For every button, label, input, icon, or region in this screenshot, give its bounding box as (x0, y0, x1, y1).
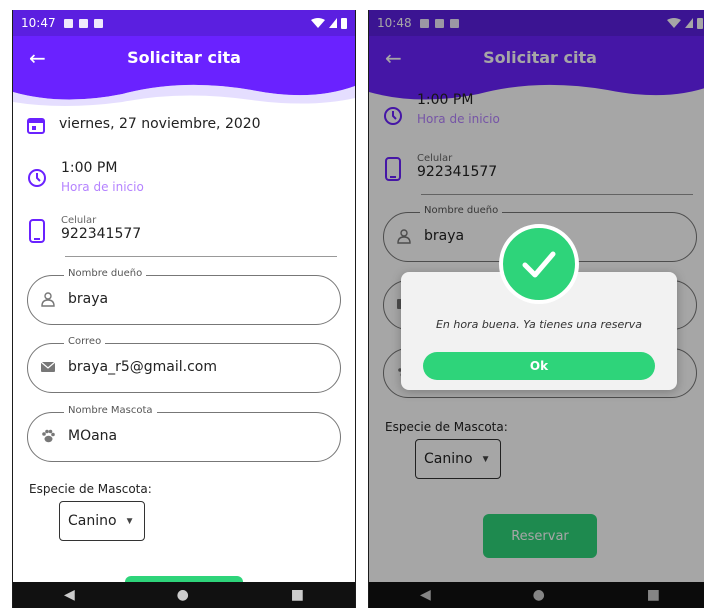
paw-icon (42, 429, 55, 443)
email-field[interactable]: Correo braya_r5@gmail.com (27, 336, 341, 393)
date-row[interactable]: viernes, 27 noviembre, 2020 (27, 116, 341, 134)
wifi-icon (311, 18, 325, 28)
time-label: Hora de inicio (61, 180, 144, 194)
date-value: viernes, 27 noviembre, 2020 (59, 116, 261, 132)
pet-value: MOana (68, 428, 118, 444)
settings-icon (63, 18, 73, 28)
phone-right: 10:48 ← Solicitar cita 1:00 PM Hora de i… (368, 10, 704, 608)
cel-label: Celular (61, 215, 97, 226)
time-row[interactable]: 1:00 PM Hora de inicio (27, 160, 341, 194)
sd-card-icon (93, 18, 103, 28)
success-check-icon (499, 224, 579, 304)
calendar-icon (27, 118, 45, 134)
phone-icon (29, 219, 45, 243)
species-select[interactable]: Canino ▼ (59, 501, 145, 541)
battery-icon (341, 18, 347, 29)
checkmark-icon (522, 251, 556, 278)
owner-value: braya (68, 291, 109, 307)
email-value: braya_r5@gmail.com (68, 359, 217, 375)
screenshot-stage: 10:47 ← Solicitar cita viernes, 27 novie… (0, 0, 704, 608)
dialog-message: En hora buena. Ya tienes una reserva (435, 318, 643, 331)
app-bar: ← Solicitar cita (13, 36, 355, 80)
nav-recents-icon[interactable]: ■ (291, 587, 304, 603)
dropdown-caret-icon: ▼ (124, 515, 135, 527)
clock-icon (28, 169, 46, 187)
page-title: Solicitar cita (127, 48, 241, 67)
nav-back-icon[interactable]: ◀ (64, 587, 75, 603)
header-wave (13, 76, 355, 106)
status-right-icons (311, 17, 347, 29)
cel-underline (65, 256, 337, 257)
system-nav-bar: ◀ ● ■ (13, 582, 355, 608)
species-value: Canino (68, 513, 117, 529)
time-value: 1:00 PM (61, 160, 118, 176)
owner-label: Nombre dueño (64, 268, 147, 279)
mail-icon (40, 361, 56, 372)
species-label: Especie de Mascota: (29, 482, 152, 496)
image-icon (78, 18, 88, 28)
status-time: 10:47 (21, 16, 56, 30)
cel-value: 922341577 (61, 226, 142, 242)
signal-icon (329, 18, 337, 28)
status-bar: 10:47 (13, 10, 355, 36)
pet-label: Nombre Mascota (64, 405, 157, 416)
cel-row[interactable]: Celular 922341577 (27, 215, 341, 243)
person-icon (41, 292, 55, 307)
ok-button[interactable]: Ok (423, 352, 655, 380)
phone-left: 10:47 ← Solicitar cita viernes, 27 novie… (12, 10, 356, 608)
pet-field[interactable]: Nombre Mascota MOana (27, 405, 341, 462)
owner-field[interactable]: Nombre dueño braya (27, 268, 341, 325)
status-icons (63, 18, 103, 28)
email-label: Correo (64, 336, 106, 347)
nav-home-icon[interactable]: ● (177, 587, 189, 603)
